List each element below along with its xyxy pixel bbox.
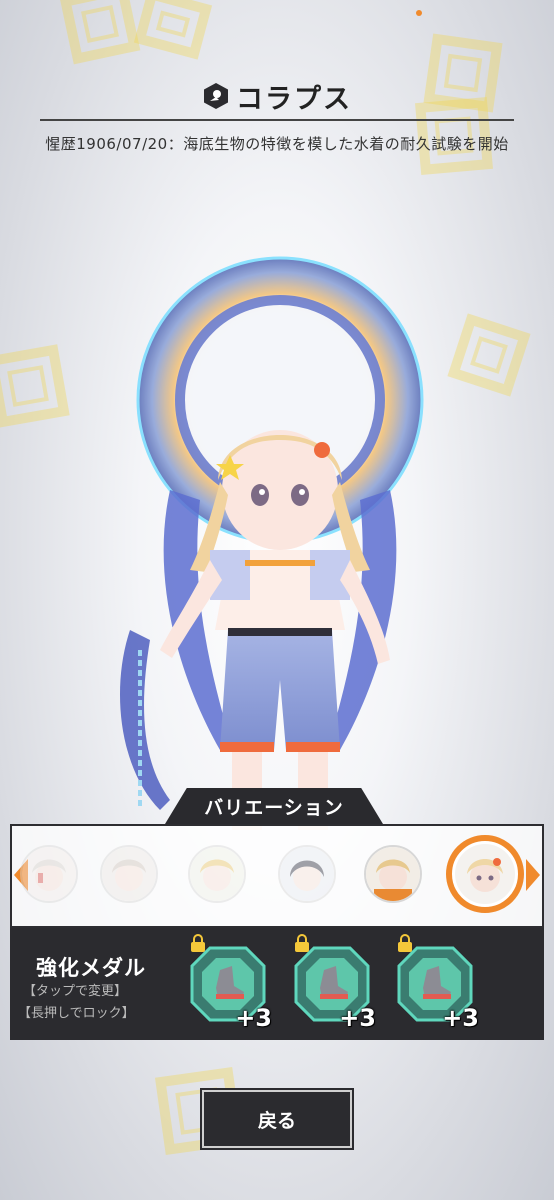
lock-icon	[191, 934, 205, 952]
variant-thumbnail-selected[interactable]	[446, 835, 524, 913]
history-label: 惺歴1906/07/20：	[45, 135, 184, 153]
page-header: コラプス	[40, 75, 514, 117]
variant-thumbnail[interactable]	[278, 845, 336, 903]
lock-icon	[295, 934, 309, 952]
medal-hint-tap: 【タップで変更】	[23, 984, 128, 999]
medal-level: +3	[442, 1004, 479, 1032]
lock-icon	[398, 934, 412, 952]
bg-decoration	[447, 313, 531, 397]
medal-slot[interactable]: +3	[393, 934, 479, 1032]
back-button[interactable]: 戻る	[200, 1088, 354, 1150]
medal-title: 強化メダル	[36, 956, 146, 980]
bg-decoration	[0, 344, 70, 428]
chevron-right-icon[interactable]	[526, 859, 540, 891]
variation-tab-label: バリエーション	[204, 796, 344, 819]
notification-dot	[416, 10, 422, 16]
variant-thumbnail[interactable]	[20, 845, 78, 903]
variation-tab: バリエーション	[165, 788, 383, 824]
bg-decoration	[133, 0, 213, 60]
medal-slot[interactable]: +3	[186, 934, 272, 1032]
enhancement-medal-panel: 強化メダル 【タップで変更】 【長押しでロック】 +3 +3 +3	[10, 928, 544, 1040]
history-text: 惺歴1906/07/20：海底生物の特徴を模した水着の耐久試験を開始	[0, 133, 554, 154]
page-title: コラプス	[236, 83, 352, 115]
hexagon-badge-icon	[204, 83, 228, 109]
variant-thumbnail[interactable]	[100, 845, 158, 903]
medal-level: +3	[235, 1004, 272, 1032]
history-description: 海底生物の特徴を模した水着の耐久試験を開始	[183, 135, 509, 153]
bg-decoration	[59, 0, 141, 65]
variant-thumbnail[interactable]	[188, 845, 246, 903]
medal-level: +3	[339, 1004, 376, 1032]
variant-thumbnail[interactable]	[364, 845, 422, 903]
medal-hint-hold: 【長押しでロック】	[18, 1006, 135, 1021]
medal-slot[interactable]: +3	[290, 934, 376, 1032]
variation-carousel	[10, 824, 544, 938]
character-illustration	[120, 256, 424, 830]
header-divider	[40, 119, 514, 121]
